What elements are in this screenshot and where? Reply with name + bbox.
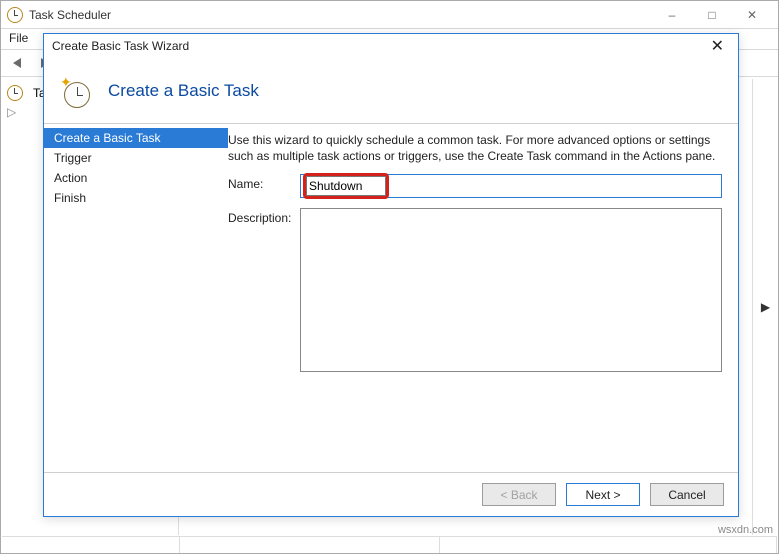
- step-create-basic-task[interactable]: Create a Basic Task: [44, 128, 228, 148]
- scheduler-icon: [7, 85, 23, 101]
- titlebar: Task Scheduler – □ ✕: [1, 1, 778, 29]
- next-button[interactable]: Next >: [566, 483, 640, 506]
- step-finish[interactable]: Finish: [44, 188, 228, 208]
- dialog-title: Create Basic Task Wizard: [52, 39, 189, 53]
- step-action[interactable]: Action: [44, 168, 228, 188]
- dialog-titlebar: Create Basic Task Wizard ✕: [44, 34, 738, 58]
- highlight-box: [303, 173, 389, 199]
- cancel-button[interactable]: Cancel: [650, 483, 724, 506]
- minimize-button[interactable]: –: [652, 8, 692, 22]
- description-label: Description:: [228, 208, 300, 225]
- menu-file[interactable]: File: [9, 31, 28, 45]
- back-button: < Back: [482, 483, 556, 506]
- maximize-button[interactable]: □: [692, 8, 732, 22]
- scheduler-icon: [7, 7, 23, 23]
- watermark: wsxdn.com: [718, 524, 773, 536]
- dialog-close-button[interactable]: ✕: [705, 36, 730, 56]
- chevron-right-icon: ▷: [7, 105, 16, 119]
- create-basic-task-wizard: Create Basic Task Wizard ✕ ✦ Create a Ba…: [43, 33, 739, 517]
- dialog-heading: Create a Basic Task: [108, 81, 259, 101]
- name-field-container: [300, 174, 722, 198]
- dialog-body: Create a Basic Task Trigger Action Finis…: [44, 124, 738, 472]
- name-input[interactable]: [306, 176, 386, 196]
- name-label: Name:: [228, 174, 300, 191]
- actions-strip: ▶: [752, 79, 778, 535]
- statusbar: [2, 536, 777, 552]
- back-nav-button[interactable]: [5, 52, 31, 74]
- wizard-steps: Create a Basic Task Trigger Action Finis…: [44, 124, 228, 472]
- step-trigger[interactable]: Trigger: [44, 148, 228, 168]
- dialog-header: ✦ Create a Basic Task: [44, 58, 738, 124]
- close-window-button[interactable]: ✕: [732, 8, 772, 22]
- wizard-form: Use this wizard to quickly schedule a co…: [228, 124, 738, 472]
- wizard-icon: ✦: [60, 74, 94, 108]
- chevron-right-icon[interactable]: ▶: [761, 300, 770, 314]
- description-input[interactable]: [300, 208, 722, 372]
- arrow-left-icon: [9, 56, 27, 70]
- dialog-footer: < Back Next > Cancel: [44, 472, 738, 516]
- intro-text: Use this wizard to quickly schedule a co…: [228, 132, 722, 164]
- window-title: Task Scheduler: [29, 8, 652, 22]
